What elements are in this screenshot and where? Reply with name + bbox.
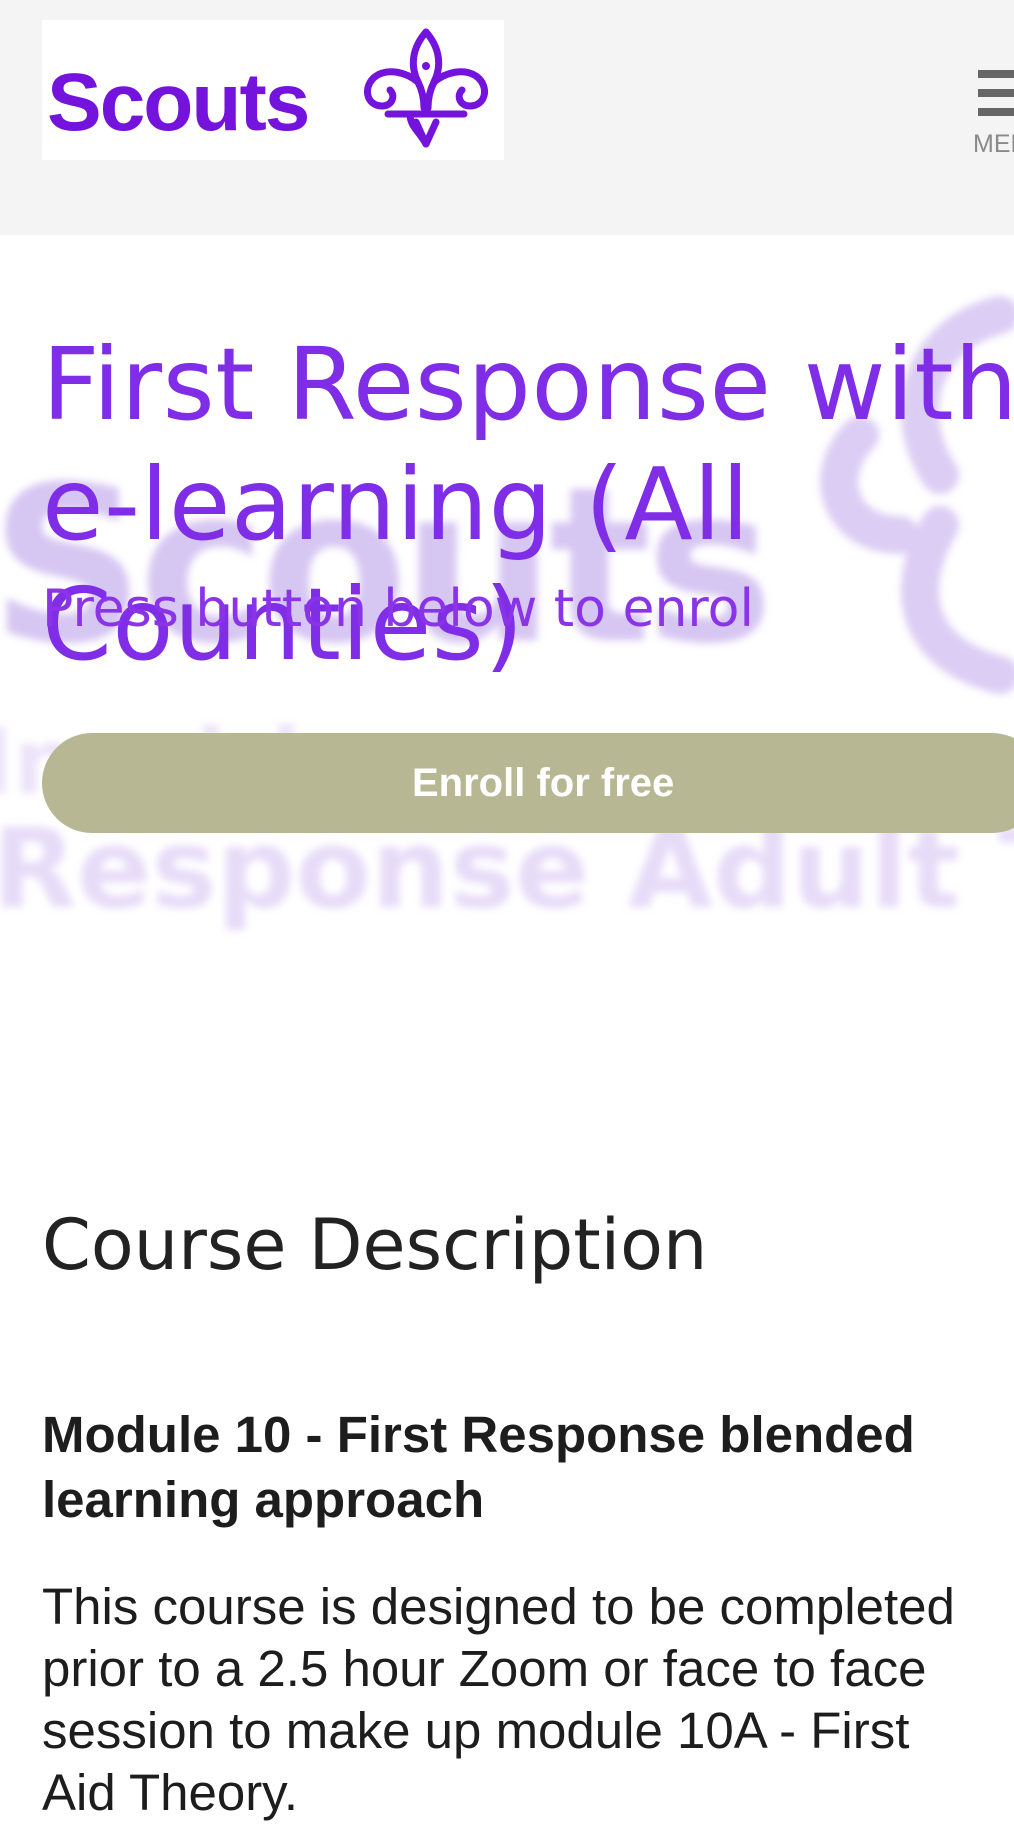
menu-label: MENU [973,130,1014,158]
module-title: Module 10 - First Response blended learn… [42,1406,915,1528]
course-description-text: This course is designed to be completed … [42,1576,1014,1824]
enroll-button[interactable]: Enroll for free [42,733,1014,833]
hamburger-menu-icon [978,70,1014,116]
site-header: Scouts MENU [0,0,1014,235]
course-subtitle: Press button below to enrol [42,579,754,639]
description-line: prior to a 2.5 hour Zoom or face to face [42,1640,927,1697]
menu-button[interactable]: MENU [968,62,1014,162]
hero-content: First Response with e-learning (All Coun… [0,235,1014,955]
logo-wordmark: Scouts [47,57,310,148]
description-line: This course is designed to be completed [42,1578,955,1635]
scouts-logo[interactable]: Scouts [42,20,504,160]
description-line: Aid Theory. [42,1764,299,1821]
fleur-de-lis-icon [364,28,488,148]
course-description-heading: Course Description [42,1204,708,1286]
course-hero: Scouts Inspiring Response Adult Training… [0,235,1014,955]
description-line: session to make up module 10A - First [42,1702,910,1759]
